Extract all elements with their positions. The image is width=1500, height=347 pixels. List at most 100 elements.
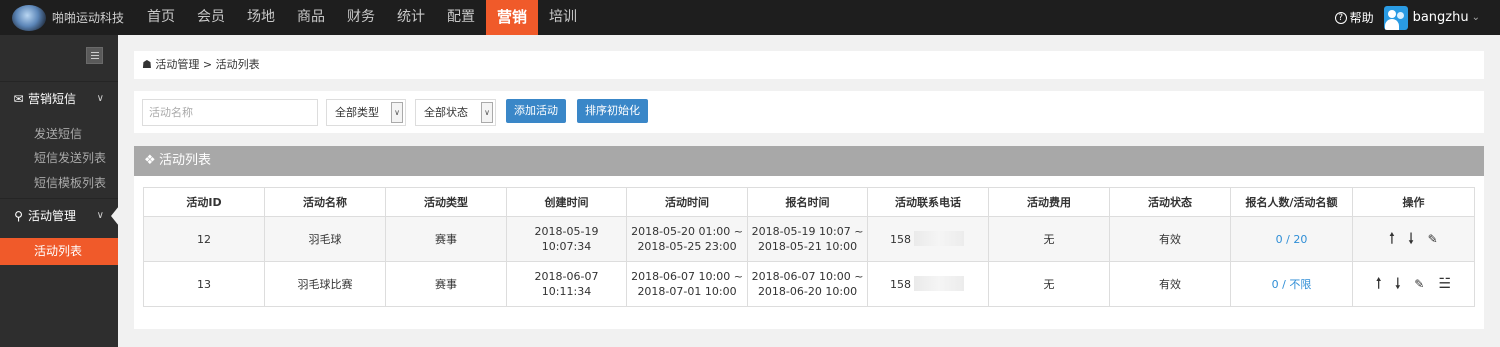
sidebar-item-activity-list[interactable]: 活动列表: [0, 238, 118, 265]
cell-actions: 🠑 🠓 ✎: [1352, 216, 1475, 262]
quota-link[interactable]: 0 / 不限: [1272, 278, 1312, 291]
arrow-down-icon[interactable]: 🠓: [1395, 276, 1400, 292]
status-select[interactable]: 全部状态 ∨: [415, 99, 496, 126]
activity-table: 活动ID 活动名称 活动类型 创建时间 活动时间 报名时间 活动联系电话 活动费…: [143, 187, 1475, 307]
cell-status: 有效: [1109, 261, 1231, 307]
cell-id: 13: [143, 261, 265, 307]
cell-event-time: 2018-06-07 10:00 ~ 2018-07-01 10:00: [626, 261, 748, 307]
nav-statistics[interactable]: 统计: [386, 0, 436, 35]
sidebar-section-label: 营销短信: [28, 92, 77, 106]
redacted-blur: [914, 275, 964, 291]
activity-name-input[interactable]: [142, 99, 318, 126]
user-area: ? 帮助 bangzhu ⌄: [1334, 0, 1480, 35]
type-select[interactable]: 全部类型 ∨: [326, 99, 406, 126]
breadcrumb-text: 活动管理 > 活动列表: [155, 58, 260, 71]
col-header[interactable]: 活动状态: [1109, 187, 1231, 217]
reset-sort-button[interactable]: 排序初始化: [577, 99, 648, 123]
created-date: 2018-06-07: [534, 270, 599, 283]
signup-end: 2018-05-21 10:00: [757, 240, 858, 253]
cell-quota: 0 / 不限: [1230, 261, 1353, 307]
col-header[interactable]: 活动费用: [988, 187, 1110, 217]
location-pin-icon: ⚲: [14, 209, 23, 223]
cell-type: 赛事: [385, 216, 507, 262]
help-link[interactable]: ? 帮助: [1334, 9, 1374, 26]
cell-signup-time: 2018-06-07 10:00 ~ 2018-06-20 10:00: [747, 261, 868, 307]
col-header[interactable]: 活动类型: [385, 187, 507, 217]
nav-products[interactable]: 商品: [286, 0, 336, 35]
cell-fee: 无: [988, 216, 1110, 262]
created-time: 10:07:34: [541, 240, 592, 253]
phone-number: 158: [890, 277, 911, 291]
chevron-down-icon: ∨: [96, 210, 104, 221]
event-start: 2018-06-07 10:00 ~: [631, 270, 743, 283]
nav-marketing[interactable]: 营销: [486, 0, 539, 35]
logo-image: [12, 4, 46, 31]
panel-body: 活动ID 活动名称 活动类型 创建时间 活动时间 报名时间 活动联系电话 活动费…: [134, 176, 1484, 329]
table-header-row: 活动ID 活动名称 活动类型 创建时间 活动时间 报名时间 活动联系电话 活动费…: [143, 187, 1475, 217]
filter-bar: 全部类型 ∨ 全部状态 ∨ 添加活动 排序初始化: [134, 91, 1484, 133]
nav-members[interactable]: 会员: [186, 0, 236, 35]
col-header[interactable]: 活动时间: [626, 187, 748, 217]
table-row: 12 羽毛球 赛事 2018-05-19 10:07:34 2018-05-20 …: [143, 216, 1475, 262]
cell-fee: 无: [988, 261, 1110, 307]
edit-icon[interactable]: ✎: [1428, 232, 1438, 247]
col-header[interactable]: 创建时间: [506, 187, 627, 217]
arrow-up-icon[interactable]: 🠑: [1389, 231, 1394, 247]
home-icon: ☗: [142, 58, 152, 71]
logo-text: 啪啪运动科技: [52, 11, 125, 25]
tag-icon: ❖: [144, 153, 156, 168]
edit-icon[interactable]: ✎: [1414, 277, 1424, 292]
cell-created: 2018-06-07 10:11:34: [506, 261, 627, 307]
add-activity-button[interactable]: 添加活动: [506, 99, 566, 123]
help-label: 帮助: [1349, 11, 1374, 25]
arrow-down-icon[interactable]: 🠓: [1408, 231, 1413, 247]
nav-training[interactable]: 培训: [538, 0, 588, 35]
col-header[interactable]: 活动名称: [264, 187, 386, 217]
menu-toggle-icon[interactable]: [86, 47, 103, 64]
signup-list-icon[interactable]: ☱: [1438, 276, 1451, 292]
created-time: 10:11:34: [541, 285, 592, 298]
chevron-down-icon[interactable]: ⌄: [1472, 12, 1480, 23]
phone-number: 158: [890, 232, 911, 246]
sidebar-item-send-sms[interactable]: 发送短信: [34, 125, 82, 142]
cell-name: 羽毛球: [264, 216, 386, 262]
type-select-value: 全部类型: [335, 106, 379, 119]
question-circle-icon: ?: [1334, 11, 1347, 24]
sidebar-section-label: 活动管理: [28, 209, 77, 223]
col-header[interactable]: 报名时间: [747, 187, 868, 217]
cell-name: 羽毛球比赛: [264, 261, 386, 307]
cell-type: 赛事: [385, 261, 507, 307]
cell-actions: 🠑 🠓 ✎ ☱: [1352, 261, 1475, 307]
arrow-up-icon[interactable]: 🠑: [1376, 276, 1381, 292]
created-date: 2018-05-19: [534, 225, 599, 238]
event-end: 2018-07-01 10:00: [637, 285, 737, 298]
col-header[interactable]: 操作: [1352, 187, 1475, 217]
col-header[interactable]: 活动ID: [143, 187, 265, 217]
chevron-down-icon: ∨: [481, 102, 493, 123]
sidebar-section-sms[interactable]: ✉ 营销短信 ∨: [0, 82, 118, 116]
signup-start: 2018-06-07 10:00 ~: [751, 270, 864, 283]
top-bar: 啪啪运动科技 首页 会员 场地 商品 财务 统计 配置 营销 培训 ? 帮助 b…: [0, 0, 1500, 35]
nav-home[interactable]: 首页: [136, 0, 186, 35]
active-indicator: [111, 206, 119, 226]
cell-id: 12: [143, 216, 265, 262]
cell-quota: 0 / 20: [1230, 216, 1353, 262]
col-header[interactable]: 报名人数/活动名额: [1230, 187, 1353, 217]
cell-phone: 158: [867, 261, 989, 307]
event-start: 2018-05-20 01:00 ~: [631, 225, 743, 238]
users-avatar-icon[interactable]: [1383, 5, 1408, 30]
col-header[interactable]: 活动联系电话: [867, 187, 989, 217]
cell-status: 有效: [1109, 216, 1231, 262]
quota-link[interactable]: 0 / 20: [1276, 233, 1308, 246]
nav-config[interactable]: 配置: [436, 0, 486, 35]
cell-signup-time: 2018-05-19 10:07 ~ 2018-05-21 10:00: [747, 216, 868, 262]
main-nav: 首页 会员 场地 商品 财务 统计 配置 营销 培训: [136, 0, 588, 35]
nav-finance[interactable]: 财务: [336, 0, 386, 35]
nav-venues[interactable]: 场地: [236, 0, 286, 35]
username[interactable]: bangzhu: [1413, 10, 1469, 25]
sidebar-item-sms-list[interactable]: 短信发送列表: [34, 149, 106, 166]
sidebar-section-activities[interactable]: ⚲ 活动管理 ∨: [0, 199, 118, 233]
sidebar-item-sms-templates[interactable]: 短信模板列表: [34, 174, 106, 191]
panel-title: 活动列表: [159, 153, 212, 168]
cell-phone: 158: [867, 216, 989, 262]
